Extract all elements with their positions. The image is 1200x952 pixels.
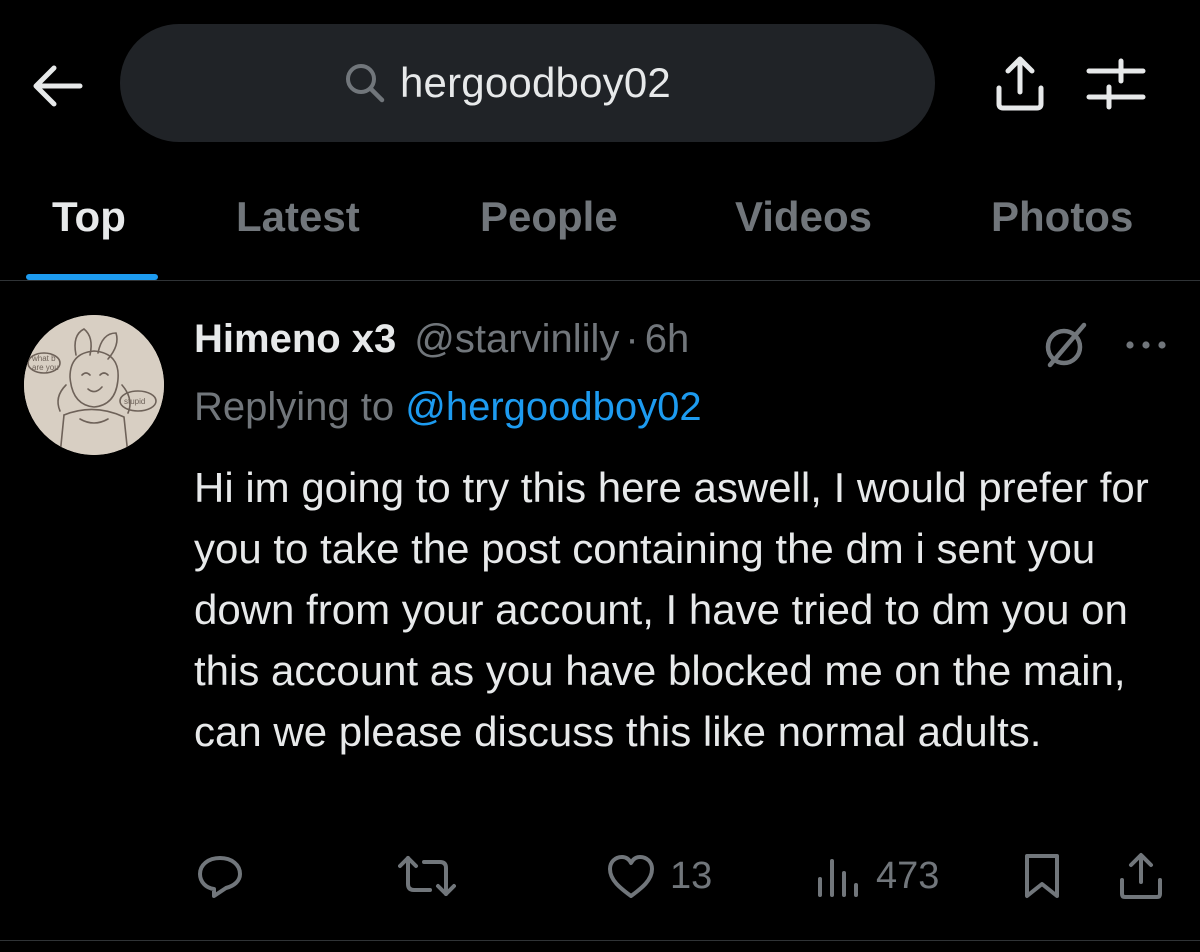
avatar-text-1: what b (31, 354, 56, 363)
avatar[interactable]: what b are you stupid (24, 315, 164, 455)
user-handle[interactable]: @starvinlily (414, 317, 619, 362)
share-icon (996, 56, 1044, 111)
tweet-header: Himeno x3 @starvinlily · 6h (194, 317, 689, 362)
reply-button[interactable] (194, 841, 246, 911)
separator-dot: · (625, 317, 639, 361)
heart-icon (608, 855, 654, 898)
replying-handle-link[interactable]: @hergoodboy02 (405, 385, 701, 429)
tab-label: Videos (735, 193, 872, 240)
search-bar[interactable]: hergoodboy02 (120, 24, 935, 142)
search-filter-button[interactable] (1085, 54, 1147, 114)
more-icon (1126, 341, 1166, 349)
retweet-button[interactable] (398, 841, 456, 911)
views-icon (818, 859, 858, 897)
tab-label: Latest (236, 193, 360, 240)
share-search-button[interactable] (990, 54, 1050, 114)
avatar-text-2: are you (32, 363, 59, 372)
grok-icon (1045, 322, 1087, 368)
search-icon (346, 64, 385, 103)
views-button[interactable]: 473 (814, 841, 939, 911)
like-button[interactable]: 13 (606, 841, 712, 911)
divider (0, 940, 1200, 941)
share-icon (1120, 853, 1162, 899)
tab-label: Top (52, 193, 126, 240)
tab-latest[interactable]: Latest (236, 175, 360, 280)
view-count: 473 (876, 854, 940, 897)
search-tabs: Top Latest People Videos Photos (0, 175, 1200, 281)
tab-photos[interactable]: Photos (991, 175, 1133, 280)
tweet-actions: 13 473 (0, 841, 1200, 911)
share-tweet-button[interactable] (1116, 841, 1166, 911)
replying-prefix: Replying to (194, 385, 395, 429)
bookmark-icon (1025, 854, 1059, 898)
tab-label: People (480, 193, 618, 240)
more-options-button[interactable] (1120, 319, 1172, 371)
tweet-text: Hi im going to try this here aswell, I w… (194, 464, 1149, 755)
avatar-drawing: what b are you stupid (24, 315, 164, 455)
arrow-left-icon (33, 65, 83, 107)
bookmark-button[interactable] (1020, 841, 1064, 911)
tab-label: Photos (991, 193, 1134, 240)
tweet[interactable]: what b are you stupid Himeno x3 @starvin… (0, 281, 1200, 941)
active-tab-indicator (26, 274, 158, 280)
tab-top[interactable]: Top (52, 175, 126, 280)
grok-button[interactable] (1040, 319, 1092, 371)
tab-videos[interactable]: Videos (735, 175, 872, 280)
tab-people[interactable]: People (480, 175, 618, 280)
search-input[interactable]: hergoodboy02 (400, 59, 671, 107)
retweet-icon (398, 856, 456, 896)
replying-to-line: Replying to @hergoodboy02 (194, 385, 702, 430)
back-button[interactable] (30, 58, 86, 114)
like-count: 13 (670, 854, 713, 897)
search-field-content: hergoodboy02 (344, 59, 671, 107)
search-header: hergoodboy02 (0, 0, 1200, 175)
avatar-text-3: stupid (124, 397, 145, 406)
timestamp[interactable]: 6h (645, 317, 690, 362)
sliders-icon (1086, 58, 1146, 110)
display-name[interactable]: Himeno x3 (194, 317, 396, 362)
reply-icon (198, 856, 242, 898)
